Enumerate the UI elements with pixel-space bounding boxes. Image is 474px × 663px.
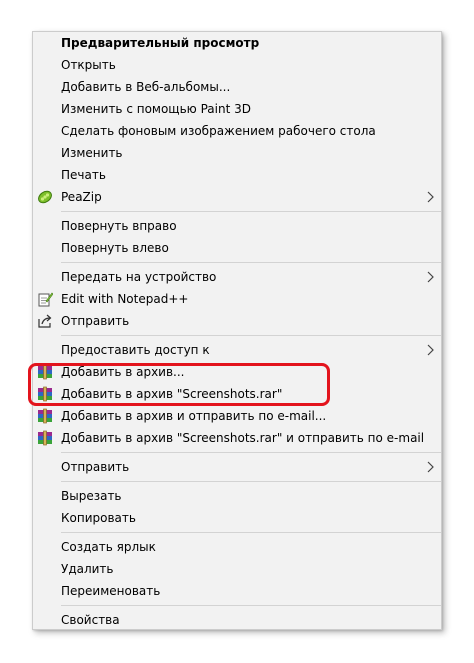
menu-item-label: Изменить с помощью Paint 3D [61,102,251,116]
menu-item-edit[interactable]: Изменить [33,142,441,164]
menu-item-properties[interactable]: Свойства [33,609,441,631]
menu-item-label: Свойства [61,613,120,627]
menu-item-label: Добавить в архив и отправить по e-mail..… [61,409,327,423]
menu-item-label: Предоставить доступ к [61,343,210,357]
menu-item-edit-paint3d[interactable]: Изменить с помощью Paint 3D [33,98,441,120]
menu-item-give-access[interactable]: Предоставить доступ к [33,339,441,361]
winrar-archive-icon [38,364,52,380]
menu-item-label: Сделать фоновым изображением рабочего ст… [61,124,376,138]
menu-item-label: Изменить [61,146,123,160]
menu-item-rotate-left[interactable]: Повернуть влево [33,237,441,259]
menu-item-preview[interactable]: Предварительный просмотр [33,32,441,54]
winrar-archive-icon [38,386,52,402]
menu-item-label: Переименовать [61,584,161,598]
menu-item-add-to-web-albums[interactable]: Добавить в Веб-альбомы... [33,76,441,98]
menu-item-cut[interactable]: Вырезать [33,485,441,507]
notepad-plus-plus-icon [38,292,53,307]
chevron-right-icon [427,344,434,356]
menu-item-label: Добавить в архив "Screenshots.rar" [61,387,283,401]
menu-item-label: Вырезать [61,489,122,503]
winrar-archive-icon [38,430,52,446]
menu-item-rotate-right[interactable]: Повернуть вправо [33,215,441,237]
menu-item-open[interactable]: Открыть [33,54,441,76]
menu-item-label: Предварительный просмотр [61,36,260,50]
menu-separator [61,605,441,606]
menu-item-add-to-screenshots-rar[interactable]: Добавить в архив "Screenshots.rar" [33,383,441,405]
menu-item-label: Открыть [61,58,116,72]
menu-item-label: Отправить [61,314,130,328]
menu-item-add-to-archive[interactable]: Добавить в архив... [33,361,441,383]
context-menu: Предварительный просмотр Открыть Добавит… [32,31,442,630]
chevron-right-icon [427,271,434,283]
menu-separator [61,211,441,212]
menu-item-copy[interactable]: Копировать [33,507,441,529]
menu-item-cast-to-device[interactable]: Передать на устройство [33,266,441,288]
menu-separator [61,262,441,263]
menu-separator [61,452,441,453]
menu-item-create-shortcut[interactable]: Создать ярлык [33,536,441,558]
menu-item-send-to[interactable]: Отправить [33,456,441,478]
menu-item-add-to-archive-email[interactable]: Добавить в архив и отправить по e-mail..… [33,405,441,427]
menu-item-share[interactable]: Отправить [33,310,441,332]
chevron-right-icon [427,461,434,473]
menu-separator [61,481,441,482]
menu-item-label: Создать ярлык [61,540,156,554]
menu-item-label: Повернуть вправо [61,219,177,233]
menu-item-label: Добавить в архив... [61,365,185,379]
menu-item-label: Копировать [61,511,136,525]
menu-item-label: Добавить в архив "Screenshots.rar" и отп… [61,431,425,445]
menu-item-label: Повернуть влево [61,241,169,255]
menu-item-label: Добавить в Веб-альбомы... [61,80,231,94]
winrar-archive-icon [38,408,52,424]
menu-separator [61,532,441,533]
menu-item-rename[interactable]: Переименовать [33,580,441,602]
menu-item-label: Удалить [61,562,114,576]
menu-item-label: Печать [61,168,106,182]
menu-item-label: Edit with Notepad++ [61,292,189,306]
menu-item-edit-notepad[interactable]: Edit with Notepad++ [33,288,441,310]
menu-item-delete[interactable]: Удалить [33,558,441,580]
peazip-icon [38,190,52,204]
chevron-right-icon [427,191,434,203]
menu-separator [61,335,441,336]
menu-item-set-desktop-background[interactable]: Сделать фоновым изображением рабочего ст… [33,120,441,142]
share-icon [38,314,52,328]
menu-item-add-to-screenshots-rar-email[interactable]: Добавить в архив "Screenshots.rar" и отп… [33,427,441,449]
menu-item-label: Отправить [61,460,130,474]
menu-item-peazip[interactable]: PeaZip [33,186,441,208]
menu-item-label: PeaZip [61,190,102,204]
menu-item-label: Передать на устройство [61,270,217,284]
menu-item-print[interactable]: Печать [33,164,441,186]
